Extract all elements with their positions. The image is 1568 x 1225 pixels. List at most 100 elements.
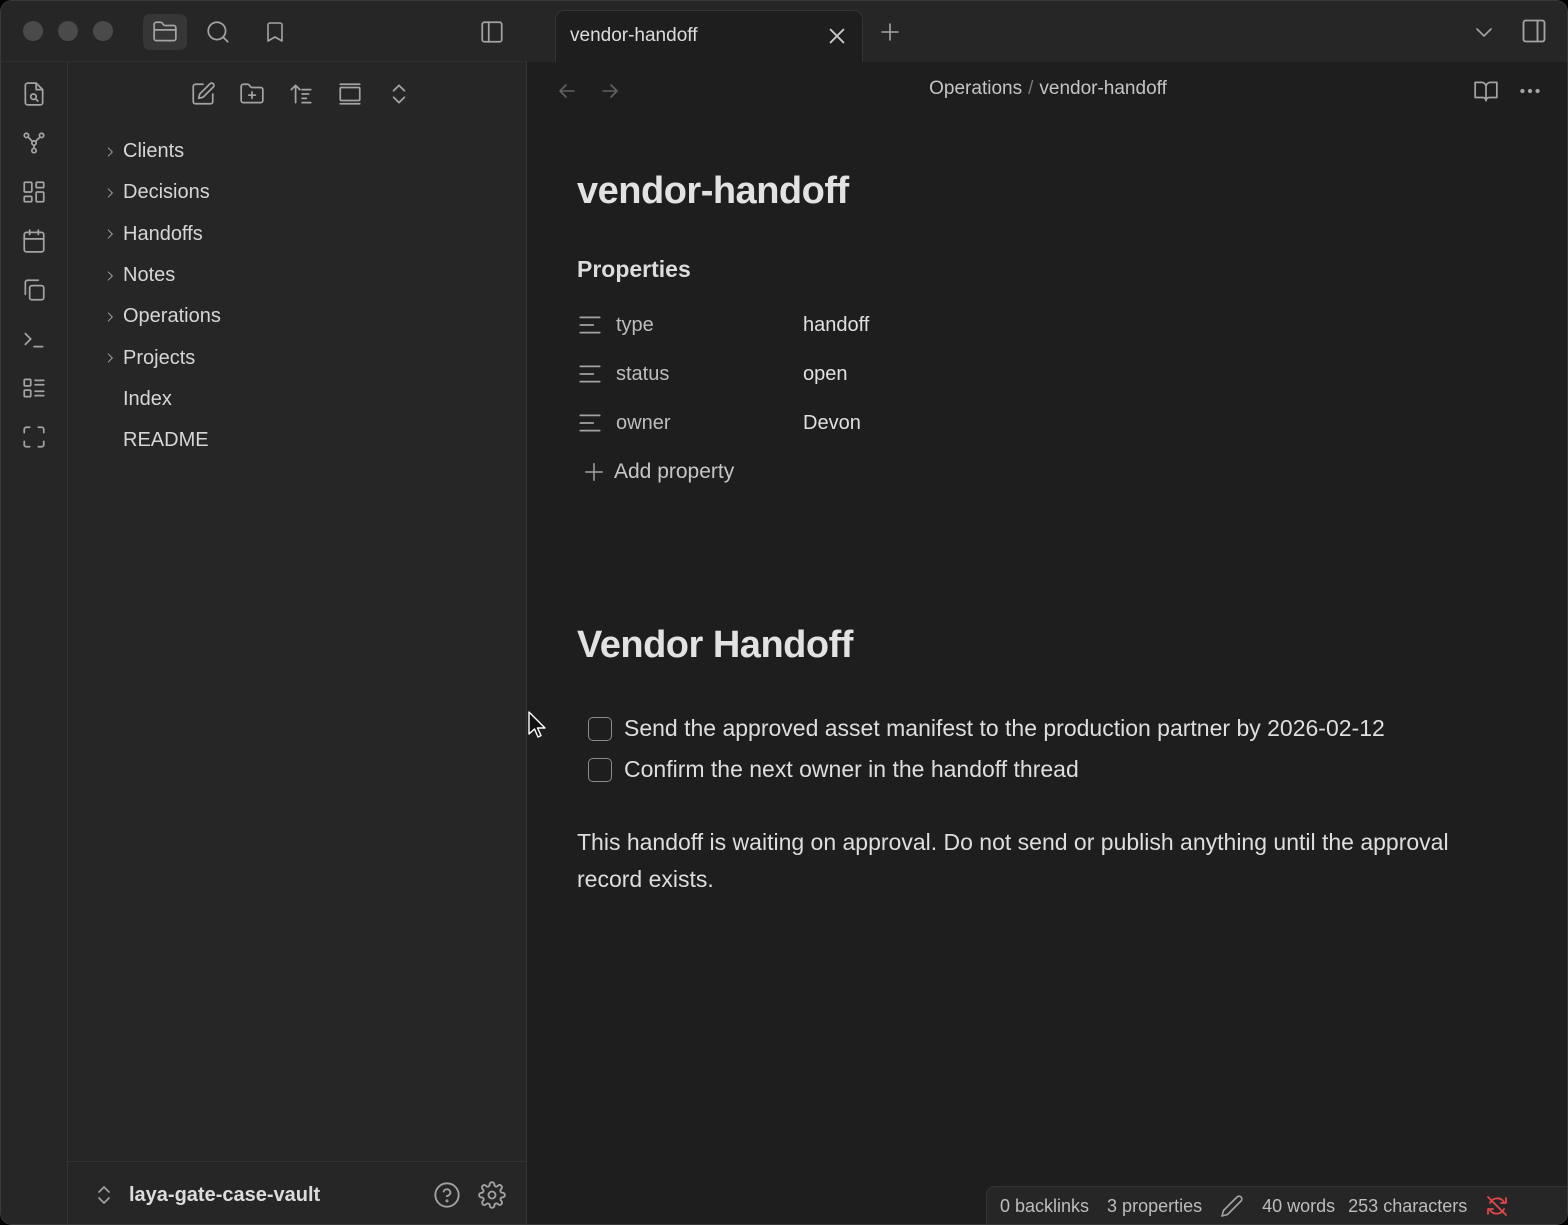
folder-label: Clients [123,140,185,163]
grid-icon[interactable] [19,177,49,207]
file-nav-actions [186,77,431,111]
vault-switcher-bar: laya-gate-case-vault [68,1161,527,1224]
folder-label: Notes [123,264,176,287]
close-icon[interactable] [826,25,848,47]
chevron-right-icon [90,351,123,365]
backlinks-count[interactable]: 0 backlinks [1000,1196,1089,1217]
folder-operations[interactable]: Operations [90,296,510,337]
terminal-icon[interactable] [19,324,49,354]
folder-icon[interactable] [143,14,187,50]
ribbon [1,1,68,1224]
tab-bar: vendor-handoff [527,1,1567,62]
chevron-right-icon [90,145,123,159]
text-property-icon [577,312,603,338]
task-item: Confirm the next owner in the handoff th… [588,756,1079,783]
bookmark-icon[interactable] [257,14,293,50]
list-icon[interactable] [19,373,49,403]
file-tree: Clients Decisions Handoffs Notes Operati… [90,131,510,461]
chevron-right-icon [90,227,123,241]
calendar-icon[interactable] [19,226,49,256]
file-label: README [123,429,209,452]
task-text[interactable]: Send the approved asset manifest to the … [624,715,1385,742]
word-count: 40 words [1262,1195,1336,1216]
plus-icon [583,461,605,483]
collapse-icon[interactable] [382,77,416,111]
property-value[interactable]: open [803,363,848,386]
editor-pane: Operations / vendor-handoff vendor-handoff… [527,62,1567,1224]
folder-label: Projects [123,346,196,369]
note-paragraph[interactable]: This handoff is waiting on approval. Do … [577,824,1477,898]
new-tab-icon[interactable] [878,20,902,44]
property-value[interactable]: handoff [803,314,869,337]
sidebar-right-icon[interactable] [1519,17,1549,45]
app-window: Clients Decisions Handoffs Notes Operati… [0,0,1568,1225]
mouse-cursor-icon [528,711,546,739]
property-row[interactable]: owner Devon [577,403,1277,443]
chevron-down-icon[interactable] [1472,20,1496,44]
folder-label: Decisions [123,181,210,204]
sidebar-left-icon[interactable] [474,14,510,50]
new-note-icon[interactable] [186,77,220,111]
close-window-button[interactable] [23,21,43,41]
file-readme[interactable]: README [90,420,510,461]
tab-title: vendor-handoff [570,25,698,46]
zoom-window-button[interactable] [93,21,113,41]
reading-view-icon[interactable] [1473,78,1499,104]
copy-icon[interactable] [19,275,49,305]
text-property-icon [577,410,603,436]
property-row[interactable]: status open [577,354,1277,394]
property-key[interactable]: type [616,314,803,337]
breadcrumb-note[interactable]: vendor-handoff [1039,78,1166,99]
properties-count[interactable]: 3 properties [1107,1196,1202,1217]
settings-gear-icon[interactable] [478,1181,506,1209]
file-search-icon[interactable] [19,79,49,109]
text-property-icon [577,361,603,387]
minimize-window-button[interactable] [58,21,78,41]
graph-icon[interactable] [19,128,49,158]
status-bar: 0 backlinks 3 properties 40 words 253 ch… [986,1186,1567,1224]
note-heading[interactable]: Vendor Handoff [577,624,853,667]
add-property-button[interactable]: Add property [583,460,734,484]
chevron-right-icon [90,186,123,200]
character-count: 253 characters [1348,1195,1468,1216]
folder-handoffs[interactable]: Handoffs [90,214,510,255]
folder-label: Operations [123,305,221,328]
help-icon[interactable] [433,1181,461,1209]
property-row[interactable]: type handoff [577,305,1277,345]
more-options-icon[interactable] [1517,78,1543,104]
sort-icon[interactable] [284,77,318,111]
property-value[interactable]: Devon [803,412,861,435]
folder-label: Handoffs [123,222,203,245]
breadcrumb-folder[interactable]: Operations [929,78,1022,99]
new-folder-icon[interactable] [235,77,269,111]
edit-pencil-icon[interactable] [1220,1194,1244,1218]
task-text[interactable]: Confirm the next owner in the handoff th… [624,756,1079,783]
chevron-right-icon [90,269,123,283]
task-item: Send the approved asset manifest to the … [588,715,1385,742]
note-title[interactable]: vendor-handoff [577,170,849,213]
view-icon[interactable] [333,77,367,111]
breadcrumb: Operations / vendor-handoff [527,78,1567,100]
fullscreen-icon[interactable] [19,422,49,452]
add-property-label: Add property [614,460,735,483]
chevron-right-icon [90,310,123,324]
sidebar-header [1,1,527,62]
file-explorer-sidebar: Clients Decisions Handoffs Notes Operati… [68,1,527,1224]
breadcrumb-separator: / [1028,78,1034,99]
file-index[interactable]: Index [90,379,510,420]
vault-switch-icon[interactable] [94,1183,114,1207]
folder-projects[interactable]: Projects [90,337,510,378]
property-key[interactable]: status [616,363,803,386]
folder-notes[interactable]: Notes [90,255,510,296]
search-icon[interactable] [200,14,236,50]
property-key[interactable]: owner [616,412,803,435]
folder-clients[interactable]: Clients [90,131,510,172]
sync-error-icon[interactable] [1485,1194,1509,1218]
task-checkbox[interactable] [588,757,612,782]
vault-name[interactable]: laya-gate-case-vault [129,1184,320,1207]
folder-decisions[interactable]: Decisions [90,172,510,213]
properties-heading[interactable]: Properties [577,256,691,283]
file-label: Index [123,387,172,410]
task-checkbox[interactable] [588,716,612,741]
tab-vendor-handoff[interactable]: vendor-handoff [555,10,863,62]
